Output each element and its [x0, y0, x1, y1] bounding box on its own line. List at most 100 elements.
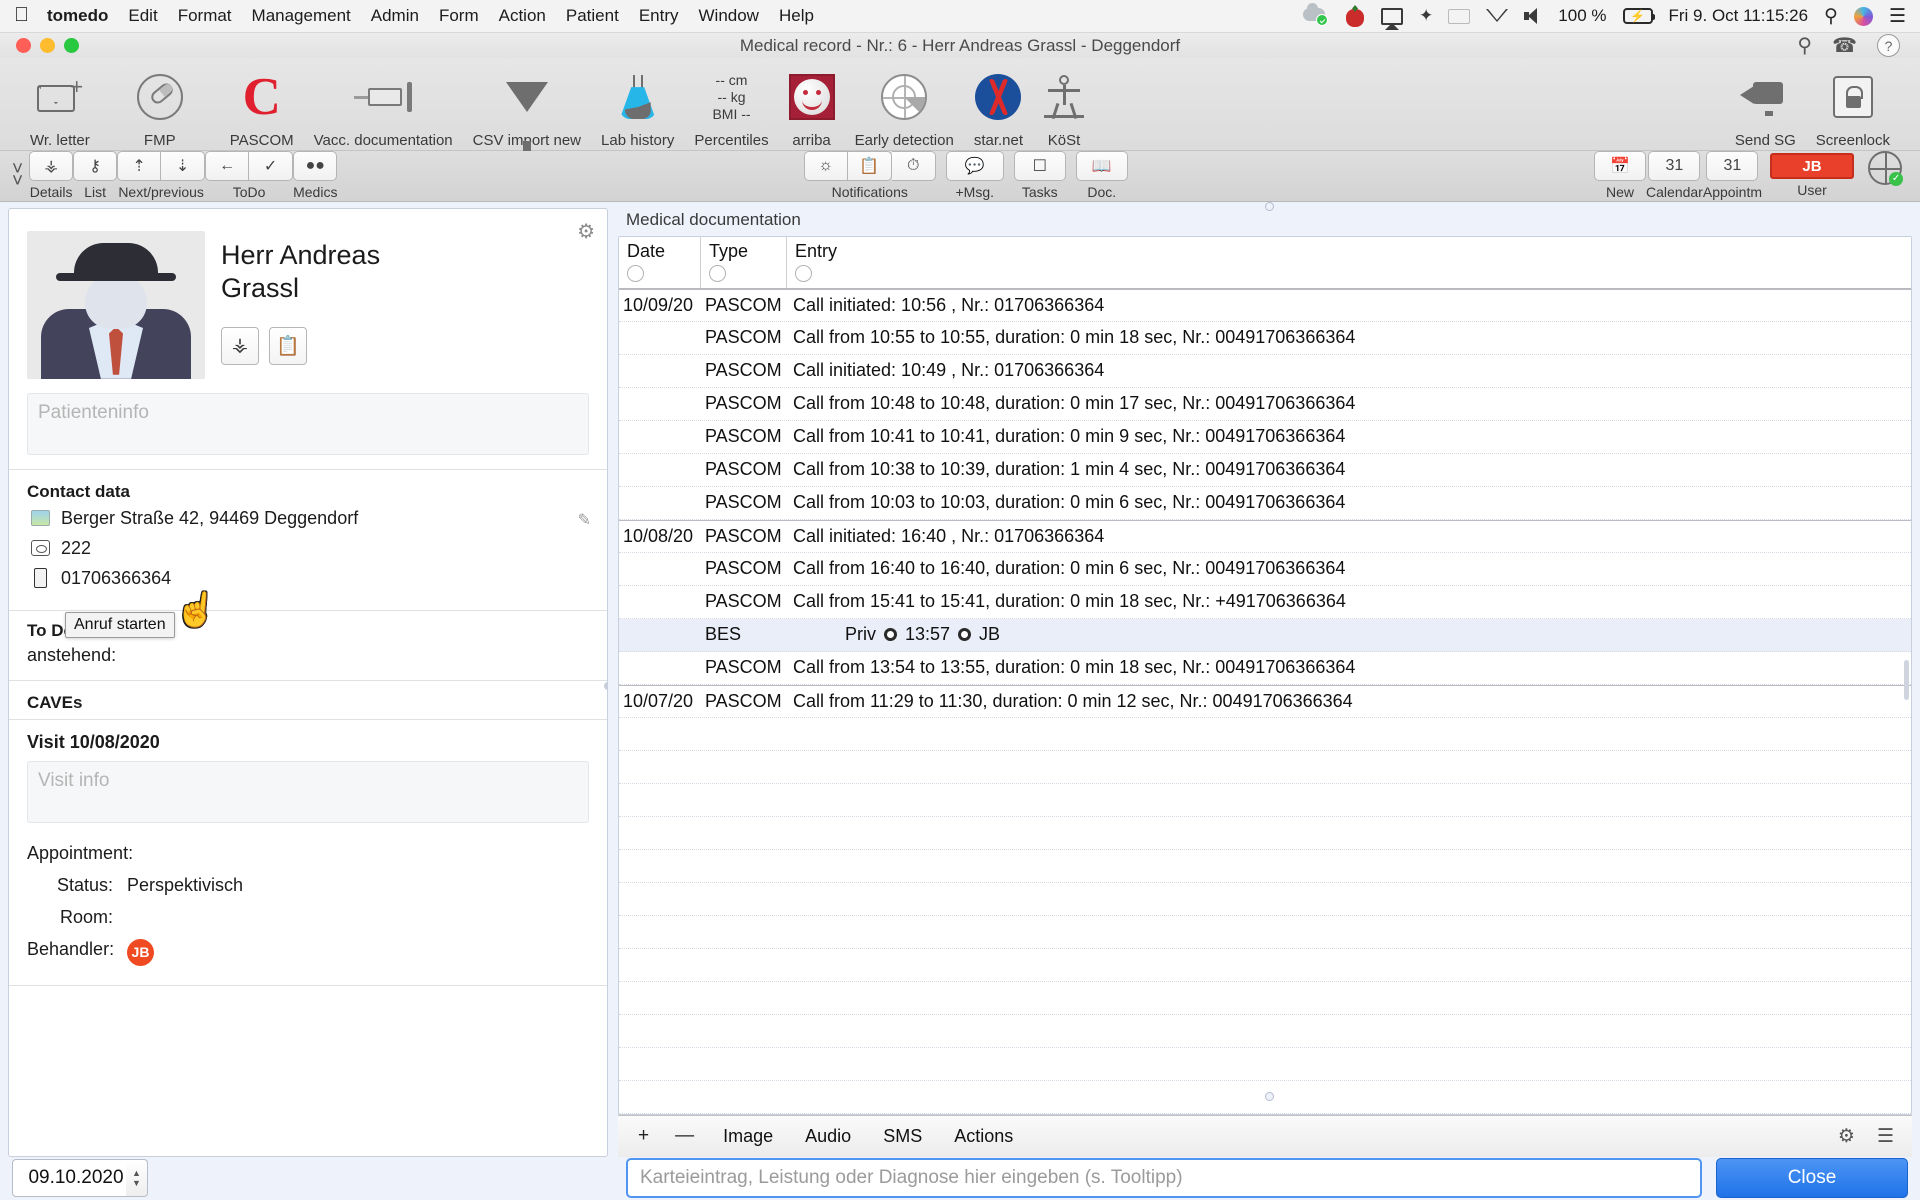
table-row[interactable]: 10/07/20 PASCOM Call from 11:29 to 11:30, …	[619, 684, 1911, 718]
siri-icon[interactable]	[1853, 6, 1873, 26]
clipboard-icon[interactable]: 📋	[269, 326, 307, 365]
toolbar-button-send-sg[interactable]: Send SG	[1725, 64, 1806, 149]
list-icon[interactable]: ☰	[1867, 1125, 1904, 1148]
control-center-icon[interactable]: ☰	[1889, 5, 1906, 28]
pane-collapse-dot[interactable]	[1265, 201, 1274, 211]
tasks-icon[interactable]: ☐	[1013, 151, 1066, 182]
column-header-date[interactable]: Date	[619, 236, 701, 288]
column-header-entry[interactable]: Entry	[787, 237, 1911, 288]
menu-item-admin[interactable]: Admin	[371, 6, 419, 26]
gear-icon[interactable]: ⚙	[1828, 1125, 1865, 1148]
check-circle-icon[interactable]: ✓	[249, 151, 294, 182]
tab-audio[interactable]: Audio	[790, 1121, 866, 1152]
table-row[interactable]: PASCOM Call from 13:54 to 13:55, duration…	[619, 652, 1911, 685]
person-icon[interactable]: ⚶	[29, 151, 74, 182]
toolbar-button-percentiles[interactable]: -- cm -- kg BMI -- Percentiles	[684, 64, 778, 150]
calendar-31-icon[interactable]: 31	[1648, 151, 1701, 182]
menu-item-format[interactable]: Format	[178, 6, 232, 26]
volume-icon[interactable]	[1524, 8, 1542, 24]
table-row[interactable]: 10/09/20 PASCOM Call initiated: 10:56 , Nr…	[619, 288, 1911, 322]
toolbar2-group-todo[interactable]: ← ✓ ToDo	[205, 151, 294, 200]
table-row[interactable]: PASCOM Call initiated: 10:49 , Nr.: 01706…	[619, 355, 1911, 388]
toolbar2-group-calendar[interactable]: 31 Calendar	[1646, 151, 1703, 200]
table-body[interactable]: 10/09/20 PASCOM Call initiated: 10:56 , Nr…	[619, 288, 1911, 1114]
pencil-icon[interactable]: ✎	[578, 510, 591, 530]
toolbar-button-csv-import-new[interactable]: CSV import new	[463, 64, 591, 156]
toolbar2-group-medics[interactable]: ●● Medics	[293, 151, 337, 200]
menu-item-management[interactable]: Management	[252, 6, 351, 26]
toolbar2-group-notifications[interactable]: ☼ 📋 ⏱ Notifications	[803, 151, 936, 200]
tab-image[interactable]: Image	[708, 1121, 788, 1152]
person-list-icon[interactable]: ⚷	[73, 151, 118, 182]
apple-menu-icon[interactable]: 	[14, 5, 29, 25]
toolbar-button-pascom[interactable]: C PASCOM	[220, 64, 304, 150]
toolbar-button-star-net[interactable]: star.net	[964, 64, 1033, 149]
menu-item-patient[interactable]: Patient	[566, 6, 619, 26]
toolbar-button-arriba[interactable]: arriba	[779, 64, 845, 149]
calendar-plus-icon[interactable]: 📅	[1594, 151, 1647, 182]
remove-entry-button[interactable]: —	[663, 1123, 706, 1149]
avatar[interactable]	[27, 230, 205, 379]
toolbar2-group-next-previous[interactable]: ⇡ ⇣ Next/previous	[117, 151, 206, 200]
close-button[interactable]: Close	[1716, 1158, 1908, 1199]
toolbar2-group-doc[interactable]: 📖 Doc.	[1075, 151, 1128, 200]
contact-row-address[interactable]: Berger Straße 42, 94469 Deggendorf	[27, 508, 589, 529]
menu-item-help[interactable]: Help	[779, 6, 814, 26]
contact-row-mobile[interactable]: 01706366364 ☝ Anruf starten	[27, 568, 589, 638]
table-row[interactable]: 10/08/20 PASCOM Call initiated: 16:40 , Nr…	[619, 519, 1911, 553]
bell-icon[interactable]: ☼	[803, 151, 848, 182]
filter-circle-icon[interactable]	[709, 264, 726, 282]
menu-item-form[interactable]: Form	[439, 6, 479, 26]
person-card-icon[interactable]: ⚶	[221, 326, 259, 365]
column-header-type[interactable]: Type	[701, 236, 787, 288]
search-icon[interactable]: ⚲	[1797, 33, 1812, 58]
wifi-icon[interactable]	[1486, 8, 1509, 24]
entry-input[interactable]: Karteieintrag, Leistung oder Diagnose hi…	[626, 1158, 1702, 1199]
toolbar2-group-appointment[interactable]: 31 Appointm	[1703, 151, 1762, 200]
vertical-scrollbar[interactable]	[1904, 660, 1909, 701]
user-badge[interactable]: JB	[1770, 153, 1855, 180]
filter-circle-icon[interactable]	[627, 264, 644, 282]
toolbar2-group-new[interactable]: 📅 New	[1594, 151, 1647, 200]
table-row[interactable]: BES Priv 13:57 JB	[619, 618, 1911, 652]
table-row[interactable]: PASCOM Call from 10:41 to 10:41, duration…	[619, 421, 1911, 454]
toolbar-button-lab-history[interactable]: Lab history	[591, 64, 684, 149]
minimize-window-button[interactable]	[40, 38, 55, 54]
toolbar-button-vacc-documentation[interactable]: Vacc. documentation	[304, 64, 463, 149]
message-icon[interactable]: 💬	[945, 151, 1004, 182]
tomato-timer-icon[interactable]	[1345, 5, 1365, 27]
airplay-icon[interactable]	[1381, 7, 1404, 25]
pills-icon[interactable]: ●●	[293, 151, 338, 182]
book-icon[interactable]: 📖	[1075, 151, 1128, 182]
spotlight-search-icon[interactable]: ⚲	[1824, 5, 1838, 28]
gear-icon[interactable]: ⚙	[577, 219, 595, 244]
table-row[interactable]: PASCOM Call from 10:55 to 10:55, duration…	[619, 322, 1911, 355]
date-stepper[interactable]: ▲ ▼	[126, 1159, 148, 1198]
behandler-avatar-chip[interactable]: JB	[127, 938, 154, 966]
prev-person-icon[interactable]: ⇡	[117, 151, 162, 182]
toolbar-button-koest[interactable]: KöSt	[1033, 64, 1095, 149]
pane-resize-grip[interactable]	[604, 682, 607, 691]
toolbar2-group-details[interactable]: ⚶ Details	[29, 151, 74, 200]
toolbar-button-wr-letter[interactable]: + Wr. letter	[20, 64, 100, 150]
globe-check-icon[interactable]: ✓	[1868, 150, 1904, 186]
filter-circle-icon[interactable]	[795, 264, 812, 282]
close-window-button[interactable]	[16, 38, 31, 54]
back-arrow-icon[interactable]: ←	[205, 151, 250, 182]
chevron-double-down-icon[interactable]: ˅ ˅	[12, 160, 23, 191]
toolbar-button-fmp[interactable]: FMP	[100, 64, 220, 149]
table-row[interactable]: PASCOM Call from 10:03 to 10:03, duration…	[619, 487, 1911, 520]
phone-icon[interactable]: ☎	[1832, 33, 1857, 58]
tab-sms[interactable]: SMS	[868, 1121, 937, 1152]
toolbar-button-early-detection[interactable]: Early detection	[845, 64, 964, 149]
toolbar2-group-tasks[interactable]: ☐ Tasks	[1013, 151, 1066, 200]
patient-info-field[interactable]: Patienteninfo	[27, 392, 589, 455]
zoom-window-button[interactable]	[64, 38, 79, 54]
menubar-app-name[interactable]: tomedo	[47, 6, 108, 26]
alarm-clock-icon[interactable]: ⏱	[891, 151, 936, 182]
tab-actions[interactable]: Actions	[939, 1121, 1028, 1152]
toolbar2-group-user[interactable]: JB User	[1770, 153, 1855, 198]
table-row[interactable]: PASCOM Call from 10:48 to 10:48, duration…	[619, 388, 1911, 421]
battery-charging-icon[interactable]: ⚡	[1622, 8, 1655, 24]
bluetooth-icon[interactable]: ✦	[1419, 6, 1433, 26]
